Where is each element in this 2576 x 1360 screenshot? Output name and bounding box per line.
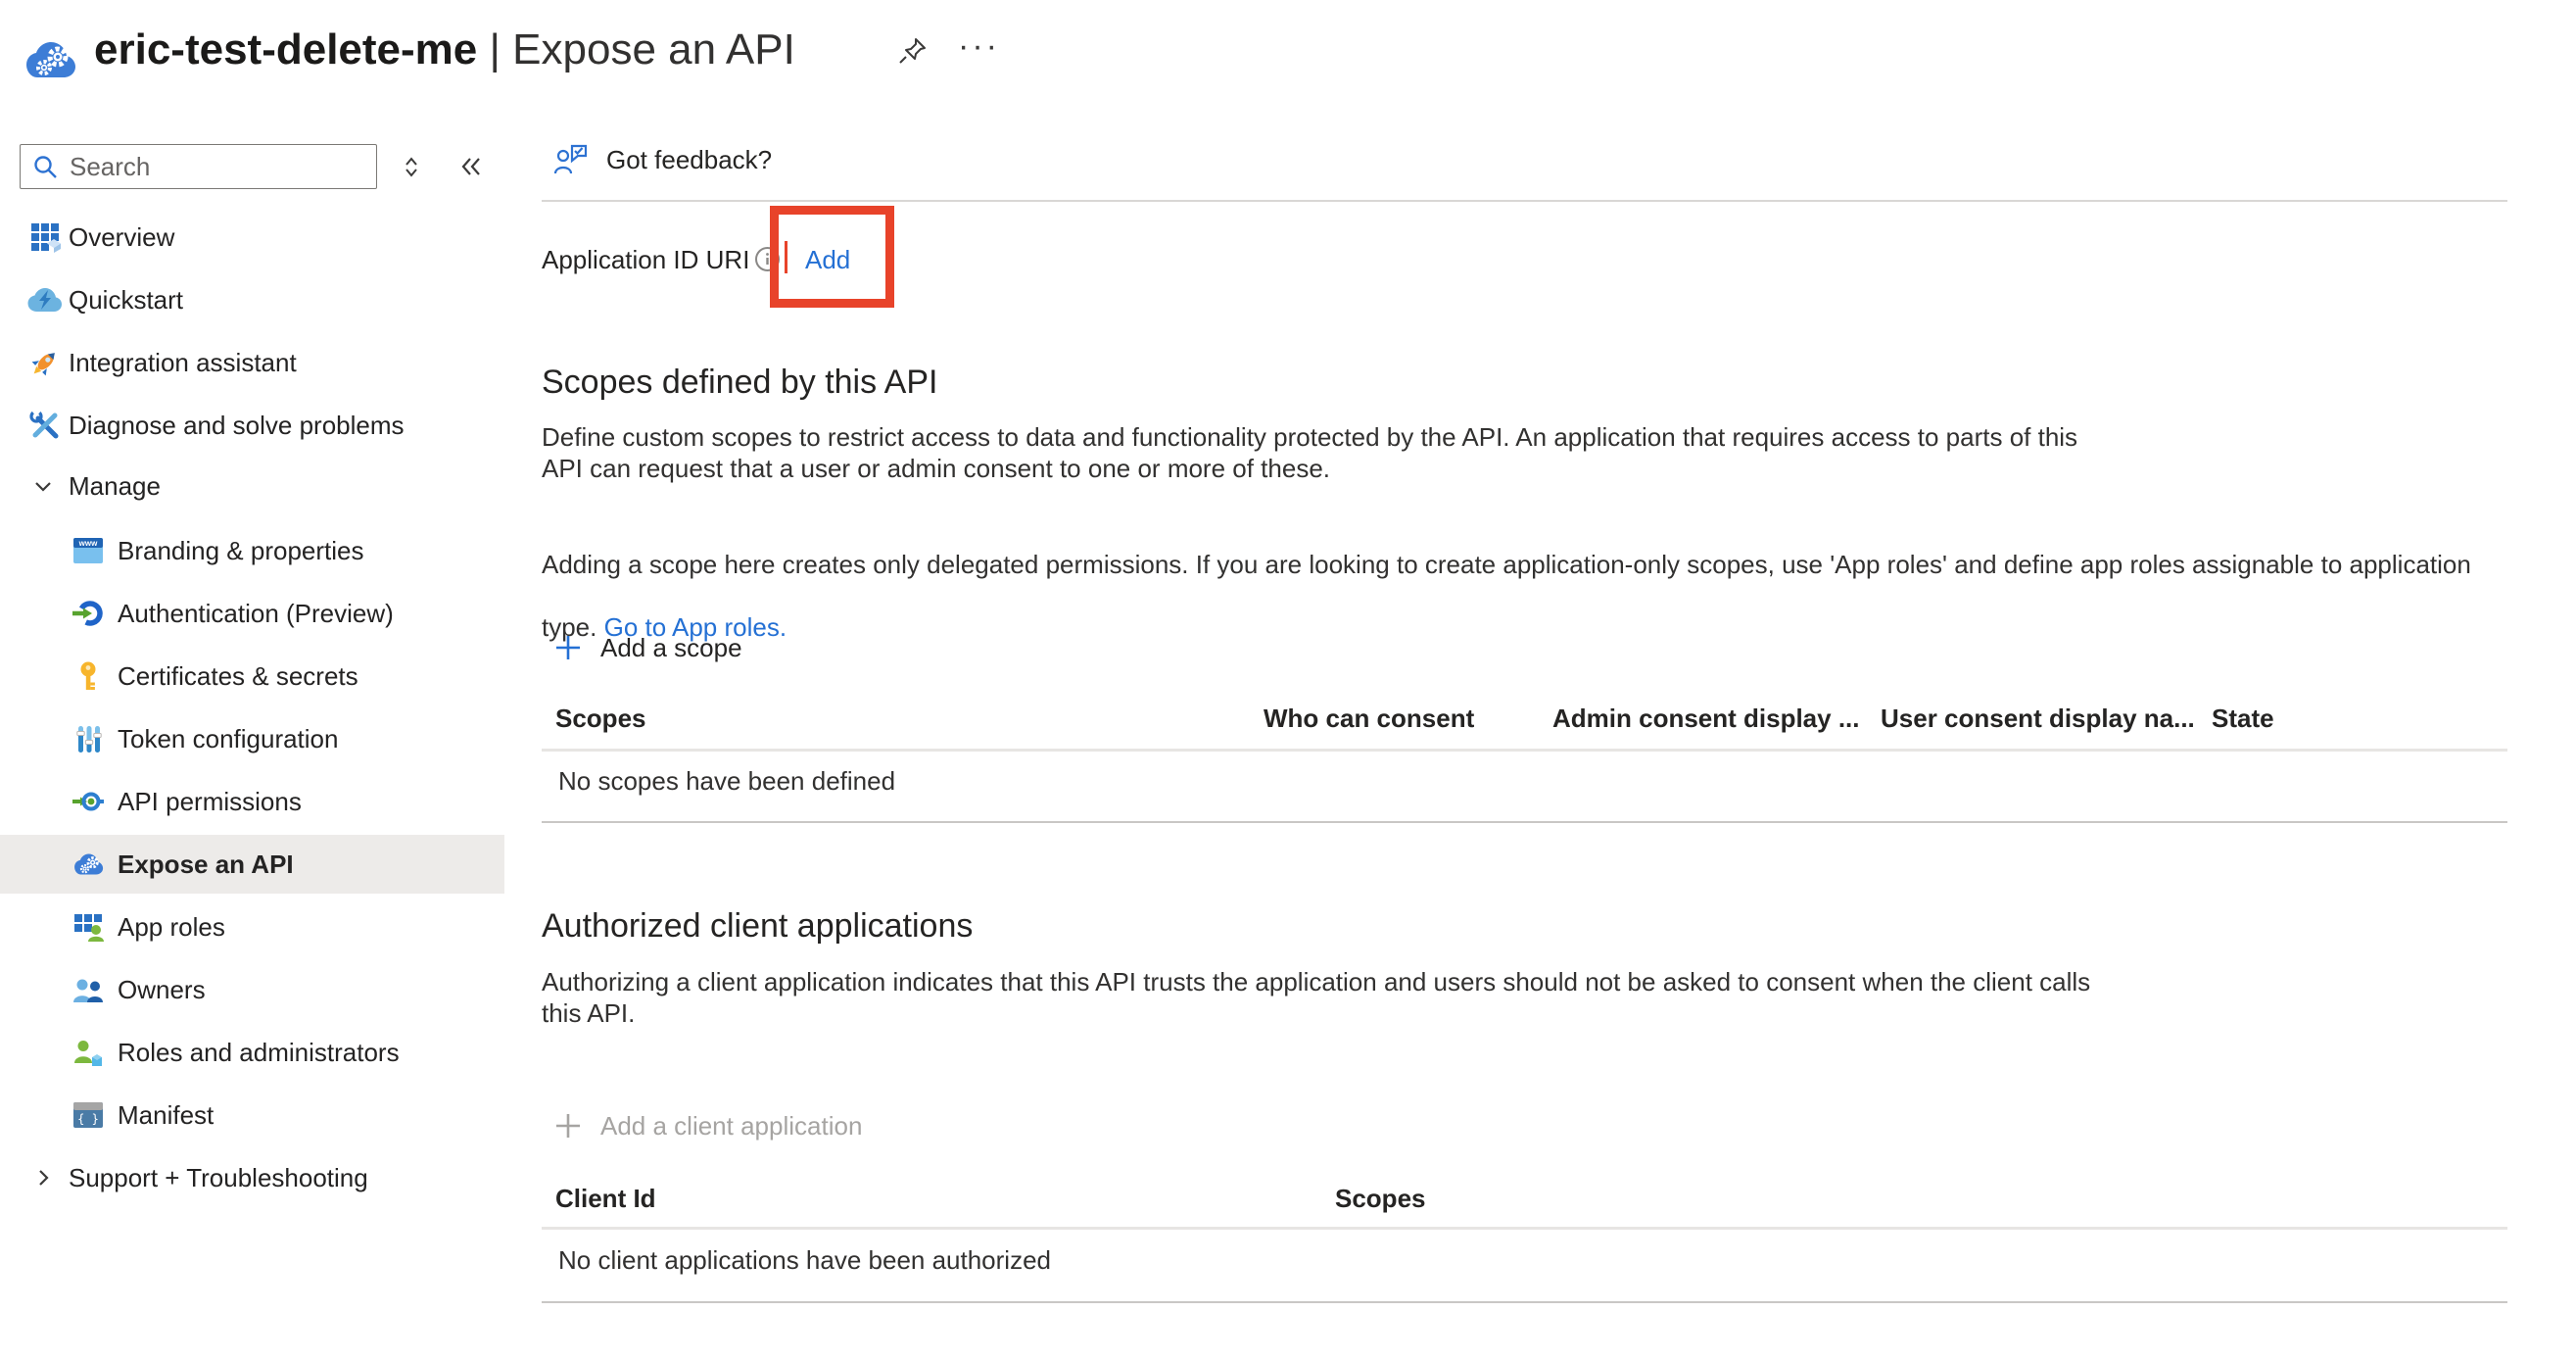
- sidebar-item-label: Token configuration: [118, 724, 338, 754]
- sign-in-arrow-icon: [71, 597, 106, 630]
- sidebar-item-branding[interactable]: www Branding & properties: [0, 522, 504, 579]
- sidebar-item-manifest[interactable]: { } Manifest: [0, 1087, 504, 1143]
- sliders-icon: [71, 722, 106, 755]
- scopes-section-heading: Scopes defined by this API: [542, 364, 937, 402]
- sidebar-item-overview[interactable]: Overview: [0, 209, 504, 266]
- search-icon: [31, 153, 59, 180]
- sidebar-group-label: Support + Troubleshooting: [69, 1163, 368, 1193]
- got-feedback-label: Got feedback?: [606, 145, 772, 175]
- scopes-empty-message: No scopes have been defined: [558, 766, 895, 797]
- scopes-table-header-scopes: Scopes: [555, 704, 646, 734]
- application-id-uri-label: Application ID URI: [542, 245, 749, 275]
- sidebar-group-label: Manage: [69, 471, 161, 502]
- authorized-description: Authorizing a client application indicat…: [542, 966, 2090, 1029]
- overview-icon: [27, 220, 63, 254]
- sidebar-item-label: Overview: [69, 222, 174, 253]
- sidebar-item-quickstart[interactable]: Quickstart: [0, 271, 504, 328]
- key-icon: [71, 659, 106, 693]
- sidebar-item-label: Roles and administrators: [118, 1038, 400, 1068]
- feedback-icon: [553, 143, 589, 176]
- sidebar-item-authentication[interactable]: Authentication (Preview): [0, 585, 504, 642]
- sidebar-item-label: Authentication (Preview): [118, 599, 394, 629]
- sidebar-item-api-permissions[interactable]: API permissions: [0, 773, 504, 830]
- sidebar-group-manage[interactable]: Manage: [0, 458, 504, 514]
- sidebar-item-label: Quickstart: [69, 285, 183, 316]
- blade-name: Expose an API: [512, 25, 795, 73]
- browser-www-icon: www: [71, 536, 106, 565]
- rocket-icon: [27, 346, 63, 379]
- app-name: eric-test-delete-me: [94, 25, 477, 73]
- sidebar-item-integration-assistant[interactable]: Integration assistant: [0, 334, 504, 391]
- app-roles-icon: [71, 910, 106, 944]
- sidebar-item-label: Manifest: [118, 1100, 214, 1131]
- search-input[interactable]: [20, 144, 377, 189]
- sidebar-item-certificates[interactable]: Certificates & secrets: [0, 648, 504, 704]
- add-a-client-application-label: Add a client application: [600, 1111, 862, 1141]
- authorized-section-heading: Authorized client applications: [542, 907, 973, 946]
- toolbar-divider: [542, 200, 2507, 202]
- sidebar-item-label: Owners: [118, 975, 206, 1005]
- plus-icon: [551, 631, 585, 664]
- svg-text:www: www: [78, 539, 98, 548]
- got-feedback-button[interactable]: Got feedback?: [553, 143, 772, 176]
- owners-people-icon: [71, 974, 106, 1005]
- more-options-button[interactable]: ···: [958, 27, 1000, 66]
- api-permissions-icon: [71, 785, 106, 818]
- sidebar-item-label: Branding & properties: [118, 536, 363, 566]
- scopes-table-header-admin-consent: Admin consent display ...: [1552, 704, 1860, 734]
- annotation-red-box: [770, 206, 894, 308]
- expose-an-api-page: eric-test-delete-me | Expose an API ···: [0, 0, 2576, 1360]
- clients-table-bottom-divider: [542, 1301, 2507, 1303]
- sidebar-item-owners[interactable]: Owners: [0, 961, 504, 1018]
- sidebar-item-label: Certificates & secrets: [118, 661, 358, 692]
- scopes-table-bottom-divider: [542, 821, 2507, 823]
- app-logo-cloud-gears-icon: [20, 33, 80, 86]
- scopes-note: Adding a scope here creates only delegat…: [542, 517, 2471, 643]
- scopes-note-line1: Adding a scope here creates only delegat…: [542, 550, 2471, 579]
- clients-table-header-divider: [542, 1227, 2507, 1230]
- tools-icon: [27, 409, 63, 442]
- clients-empty-message: No client applications have been authori…: [558, 1245, 1051, 1276]
- sidebar-item-expose-an-api[interactable]: Expose an API: [0, 835, 504, 894]
- plus-icon: [551, 1109, 585, 1142]
- roles-admin-icon: [71, 1037, 106, 1068]
- scopes-table-header-divider: [542, 749, 2507, 752]
- clients-table-header-scopes: Scopes: [1335, 1184, 1426, 1214]
- sidebar-item-label: Integration assistant: [69, 348, 297, 378]
- svg-text:{ }: { }: [77, 1112, 99, 1126]
- scopes-table-header-who-can-consent: Who can consent: [1264, 704, 1474, 734]
- scopes-description: Define custom scopes to restrict access …: [542, 421, 2077, 484]
- expand-collapse-all-icon[interactable]: [398, 153, 425, 180]
- sidebar-group-support-troubleshooting[interactable]: Support + Troubleshooting: [0, 1149, 504, 1206]
- pin-icon[interactable]: [897, 35, 929, 67]
- clients-table-header-client-id: Client Id: [555, 1184, 656, 1214]
- chevron-down-icon: [25, 473, 61, 499]
- sidebar-item-roles-administrators[interactable]: Roles and administrators: [0, 1024, 504, 1081]
- add-a-scope-label: Add a scope: [600, 633, 742, 663]
- sidebar-item-label: Expose an API: [118, 850, 294, 880]
- sidebar-item-diagnose[interactable]: Diagnose and solve problems: [0, 397, 504, 454]
- sidebar-search: [20, 144, 377, 189]
- sidebar-item-label: API permissions: [118, 787, 302, 817]
- chevron-right-icon: [25, 1165, 61, 1190]
- sidebar-item-app-roles[interactable]: App roles: [0, 899, 504, 955]
- manifest-icon: { }: [71, 1100, 106, 1130]
- collapse-sidebar-icon[interactable]: [456, 152, 486, 181]
- quickstart-icon: [27, 285, 63, 315]
- sidebar-item-label: App roles: [118, 912, 225, 943]
- scopes-table-header-user-consent: User consent display na...: [1881, 704, 2195, 734]
- page-title: eric-test-delete-me | Expose an API: [94, 25, 795, 74]
- title-separator: |: [477, 25, 512, 73]
- expose-api-cloud-gears-icon: [71, 849, 106, 880]
- scopes-table-header-state: State: [2212, 704, 2274, 734]
- add-a-client-application-button[interactable]: Add a client application: [551, 1109, 862, 1142]
- add-a-scope-button[interactable]: Add a scope: [551, 631, 742, 664]
- sidebar-item-token-configuration[interactable]: Token configuration: [0, 710, 504, 767]
- sidebar-item-label: Diagnose and solve problems: [69, 411, 405, 441]
